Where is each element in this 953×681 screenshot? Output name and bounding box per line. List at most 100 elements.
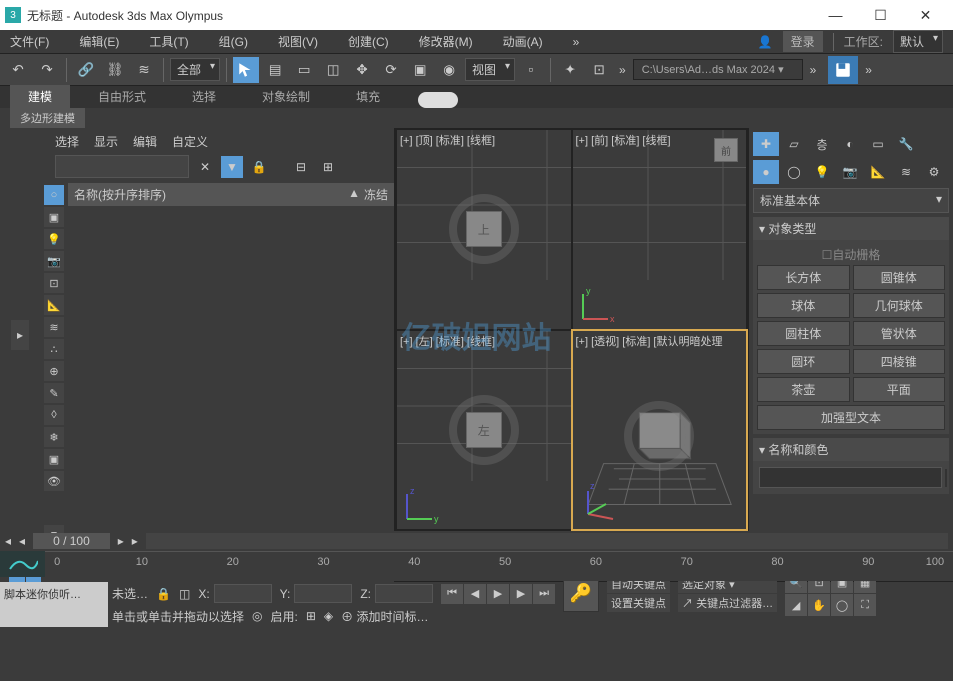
autogrid-checkbox[interactable]: ☐ 自动栅格: [757, 244, 945, 265]
link-button[interactable]: 🔗: [73, 57, 99, 83]
viewcube-left[interactable]: 左: [466, 412, 502, 448]
viewport-top[interactable]: [+] [顶] [标准] [线框] 上: [397, 130, 571, 329]
ribbon-tab-freeform[interactable]: 自由形式: [80, 85, 164, 108]
filter-cameras-icon[interactable]: 📷: [44, 251, 64, 271]
viewcube-top[interactable]: 上: [466, 211, 502, 247]
y-input[interactable]: [294, 584, 352, 603]
lp-tab-custom[interactable]: 自定义: [172, 133, 208, 150]
goto-start-icon[interactable]: ⏮: [441, 584, 463, 604]
cylinder-button[interactable]: 圆柱体: [757, 321, 850, 346]
teapot-button[interactable]: 茶壶: [757, 377, 850, 402]
ribbon-toggle[interactable]: [418, 92, 458, 108]
play-icon[interactable]: ▶: [487, 584, 509, 604]
viewport-front-label[interactable]: [+] [前] [标准] [线框]: [576, 132, 671, 148]
time-next-icon[interactable]: ▸: [118, 534, 124, 548]
box-button[interactable]: 长方体: [757, 265, 850, 290]
prev-frame-icon[interactable]: ◀: [464, 584, 486, 604]
helpers-cat-icon[interactable]: 📐: [865, 160, 891, 184]
unlink-button[interactable]: ⛓: [102, 57, 128, 83]
menu-create[interactable]: 创建(C): [348, 33, 389, 50]
systems-cat-icon[interactable]: ⚙: [921, 160, 947, 184]
scene-list[interactable]: 名称(按升序排序) ▲冻结: [68, 183, 394, 547]
toolbar-more-3[interactable]: »: [865, 63, 872, 77]
filter-xref-icon[interactable]: ⊕: [44, 361, 64, 381]
object-name-input[interactable]: [759, 467, 942, 488]
project-path[interactable]: C:\Users\Ad…ds Max 2024 ▾: [633, 59, 803, 80]
collapse-icon[interactable]: ⊟: [290, 156, 312, 178]
ruler-ticks[interactable]: 0 10 20 30 40 50 60 70 80 90 100: [45, 551, 953, 581]
filter-spacewarps-icon[interactable]: 📐: [44, 295, 64, 315]
list-header-name[interactable]: 名称(按升序排序): [74, 186, 166, 203]
close-button[interactable]: ✕: [903, 0, 948, 30]
rollout-namecolor-header[interactable]: 名称和颜色: [753, 438, 949, 461]
motion-tab-icon[interactable]: ◐: [837, 132, 863, 156]
enable-icon-2[interactable]: ◈: [324, 609, 333, 623]
rollout-objtype-header[interactable]: 对象类型: [753, 217, 949, 240]
next-frame-icon[interactable]: ▶: [510, 584, 532, 604]
filter-bone-icon[interactable]: ≋: [44, 317, 64, 337]
clear-search-icon[interactable]: ✕: [194, 156, 216, 178]
keyboard-shortcut-button[interactable]: ⊡: [586, 57, 612, 83]
ribbon-tab-modeling[interactable]: 建模: [10, 85, 70, 108]
filter-geometry-icon[interactable]: ▣: [44, 207, 64, 227]
menu-more[interactable]: »: [573, 35, 580, 49]
filter-lights-icon[interactable]: 💡: [44, 229, 64, 249]
filter-helpers-icon[interactable]: ⊡: [44, 273, 64, 293]
geosphere-button[interactable]: 几何球体: [853, 293, 946, 318]
filter-icon[interactable]: ▼: [221, 156, 243, 178]
filter-hidden-icon[interactable]: ◊: [44, 405, 64, 425]
move-button[interactable]: ✥: [349, 57, 375, 83]
viewport-top-label[interactable]: [+] [顶] [标准] [线框]: [400, 132, 495, 148]
filter-particles-icon[interactable]: ∴: [44, 339, 64, 359]
utilities-tab-icon[interactable]: 🔧: [893, 132, 919, 156]
user-icon[interactable]: 👤: [758, 35, 773, 49]
scope-dropdown[interactable]: 全部: [170, 58, 220, 81]
viewcube-front[interactable]: 前: [714, 138, 738, 162]
tube-button[interactable]: 管状体: [853, 321, 946, 346]
shapes-cat-icon[interactable]: ◯: [781, 160, 807, 184]
ref-system-dropdown[interactable]: 视图: [465, 58, 515, 81]
sphere-button[interactable]: 球体: [757, 293, 850, 318]
sign-in-button[interactable]: 登录: [783, 31, 823, 52]
minimize-button[interactable]: —: [813, 0, 858, 30]
menu-file[interactable]: 文件(F): [10, 33, 49, 50]
curve-editor-icon[interactable]: [0, 551, 45, 577]
ribbon-tab-objectpaint[interactable]: 对象绘制: [244, 85, 328, 108]
cameras-cat-icon[interactable]: 📷: [837, 160, 863, 184]
save-button[interactable]: [828, 56, 858, 84]
object-color-swatch[interactable]: [945, 469, 947, 487]
toolbar-more-2[interactable]: »: [810, 63, 817, 77]
textplus-button[interactable]: 加强型文本: [757, 405, 945, 430]
menu-group[interactable]: 组(G): [219, 33, 248, 50]
time-track[interactable]: [146, 533, 948, 549]
pyramid-button[interactable]: 四棱锥: [853, 349, 946, 374]
list-header-freeze[interactable]: 冻结: [364, 186, 388, 203]
isolate-icon[interactable]: ◫: [179, 587, 190, 601]
workspace-dropdown[interactable]: 默认: [893, 30, 943, 53]
goto-end-icon[interactable]: ⏭: [533, 584, 555, 604]
display-tab-icon[interactable]: ▭: [865, 132, 891, 156]
enable-icon-1[interactable]: ⊞: [306, 609, 316, 623]
filter-eye-icon[interactable]: 👁: [44, 471, 64, 491]
expand-icon[interactable]: ⊞: [317, 156, 339, 178]
time-prev2-icon[interactable]: ◂: [19, 534, 25, 548]
menu-edit[interactable]: 编辑(E): [79, 33, 119, 50]
toolbar-more[interactable]: »: [619, 63, 626, 77]
manipulate-button[interactable]: ✦: [557, 57, 583, 83]
addtime-button[interactable]: ⊕ 添加时间标…: [341, 608, 428, 625]
time-next2-icon[interactable]: ▸: [132, 534, 138, 548]
lp-tab-edit[interactable]: 编辑: [133, 133, 157, 150]
rotate-button[interactable]: ⟳: [378, 57, 404, 83]
pivot-button[interactable]: ▫: [518, 57, 544, 83]
viewport-left-label[interactable]: [+] [左] [标准] [线框]: [400, 333, 495, 349]
category-dropdown[interactable]: 标准基本体: [753, 188, 949, 213]
filter-all-icon[interactable]: ▣: [44, 449, 64, 469]
torus-button[interactable]: 圆环: [757, 349, 850, 374]
search-input[interactable]: [55, 155, 189, 178]
time-prev-icon[interactable]: ◂: [5, 534, 11, 548]
maximize-button[interactable]: ☐: [858, 0, 903, 30]
viewport-perspective[interactable]: [+] [透视] [标准] [默认明暗处理 z: [573, 331, 747, 530]
cone-button[interactable]: 圆锥体: [853, 265, 946, 290]
z-input[interactable]: [375, 584, 433, 603]
select-button[interactable]: [233, 57, 259, 83]
